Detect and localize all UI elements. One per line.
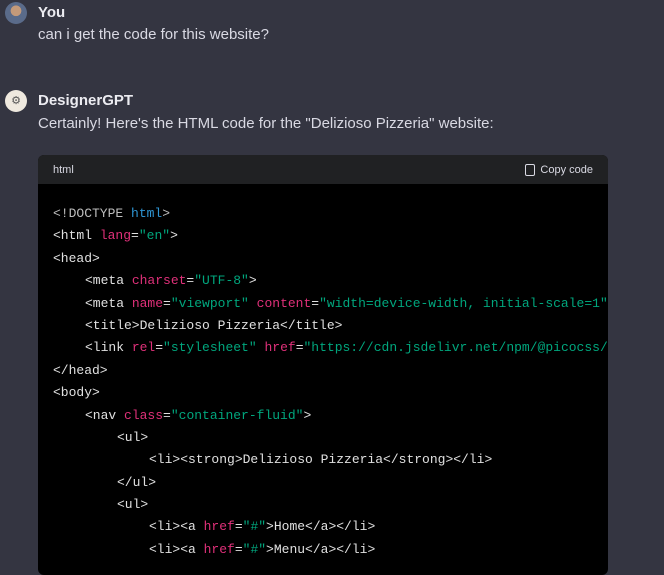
- code-line: <meta name="viewport" content="width=dev…: [53, 293, 608, 315]
- code-line: <nav class="container-fluid">: [53, 405, 608, 427]
- code-header: html Copy code: [38, 155, 608, 184]
- code-token: href: [203, 519, 235, 535]
- code-token: =: [155, 340, 164, 356]
- code-token: "en": [138, 228, 171, 244]
- assistant-message: Certainly! Here's the HTML code for the …: [38, 115, 494, 132]
- code-line: <meta charset="UTF-8">: [53, 270, 608, 292]
- code-line: <li><a href="#">Menu</a></li>: [53, 539, 608, 561]
- code-token: =: [163, 407, 171, 423]
- code-token: "UTF-8": [194, 273, 249, 289]
- code-token: <li><strong>Delizioso Pizzeria</strong><…: [149, 452, 493, 468]
- code-token: <!DOCTYPE: [53, 206, 132, 221]
- code-token: <li><a: [149, 519, 204, 535]
- code-token: "stylesheet": [163, 340, 257, 356]
- code-token: <meta: [85, 273, 132, 289]
- code-token: charset: [131, 273, 187, 289]
- code-token: lang: [99, 228, 132, 244]
- code-token: <nav: [85, 407, 125, 423]
- code-block: html Copy code <!DOCTYPE html> <html lang…: [38, 155, 608, 575]
- user-avatar: [5, 2, 27, 24]
- code-line: <link rel="stylesheet" href="https://cdn…: [53, 337, 608, 359]
- code-token: <link: [85, 340, 132, 356]
- code-token: =: [295, 340, 304, 356]
- code-token: <meta: [85, 295, 132, 311]
- assistant-name: DesignerGPT: [38, 92, 134, 109]
- code-line: <!DOCTYPE html>: [53, 203, 608, 225]
- code-line: <head>: [53, 248, 608, 270]
- code-content: <!DOCTYPE html> <html lang="en"> <head> <me…: [38, 184, 608, 561]
- code-token: href: [264, 340, 296, 356]
- code-token: "container-fluid": [170, 407, 304, 423]
- code-line: <li><a href="#">Home</a></li>: [53, 516, 608, 538]
- code-token: "https://cdn.jsdelivr.net/npm/@picocss/: [303, 340, 608, 356]
- code-token: </ul>: [117, 474, 157, 490]
- code-line: <li><strong>Delizioso Pizzeria</strong><…: [53, 449, 608, 471]
- code-line: <body>: [53, 382, 608, 404]
- code-token: content: [256, 295, 312, 311]
- code-token: =: [234, 519, 243, 535]
- user-message: can i get the code for this website?: [38, 26, 269, 43]
- code-token: >: [170, 228, 178, 244]
- code-token: <body>: [53, 385, 100, 401]
- assistant-avatar: ⚙: [5, 90, 27, 112]
- code-token: html: [131, 206, 163, 221]
- code-token: name: [131, 295, 164, 311]
- code-token: <html: [53, 228, 100, 244]
- code-token: class: [124, 407, 164, 423]
- copy-code-button[interactable]: Copy code: [525, 163, 593, 176]
- code-token: =: [311, 295, 320, 311]
- code-line: </head>: [53, 360, 608, 382]
- code-line: <ul>: [53, 427, 608, 449]
- code-language: html: [53, 163, 74, 176]
- code-line: <html lang="en">: [53, 225, 608, 247]
- code-token: "width=device-width, initial-scale=1": [319, 295, 608, 311]
- code-token: "viewport": [170, 295, 249, 311]
- code-line: </ul>: [53, 472, 608, 494]
- code-token: <ul>: [117, 497, 149, 513]
- code-token: =: [131, 228, 139, 244]
- copy-code-label: Copy code: [540, 163, 593, 176]
- code-line: <ul>: [53, 494, 608, 516]
- user-name: You: [38, 4, 66, 21]
- code-token: rel: [131, 340, 156, 356]
- code-token: <head>: [53, 250, 100, 266]
- code-line: <title>Delizioso Pizzeria</title>: [53, 315, 608, 337]
- code-token: </head>: [53, 362, 108, 378]
- code-token: >: [248, 273, 257, 289]
- code-token: =: [163, 295, 171, 311]
- code-token: >: [303, 407, 312, 423]
- code-token: >Home</a></li>: [266, 519, 376, 535]
- code-token: <title>Delizioso Pizzeria</title>: [85, 317, 343, 333]
- code-token: "#": [242, 519, 267, 535]
- code-token: <ul>: [117, 429, 149, 445]
- code-token: >: [162, 206, 171, 221]
- clipboard-icon: [525, 163, 536, 176]
